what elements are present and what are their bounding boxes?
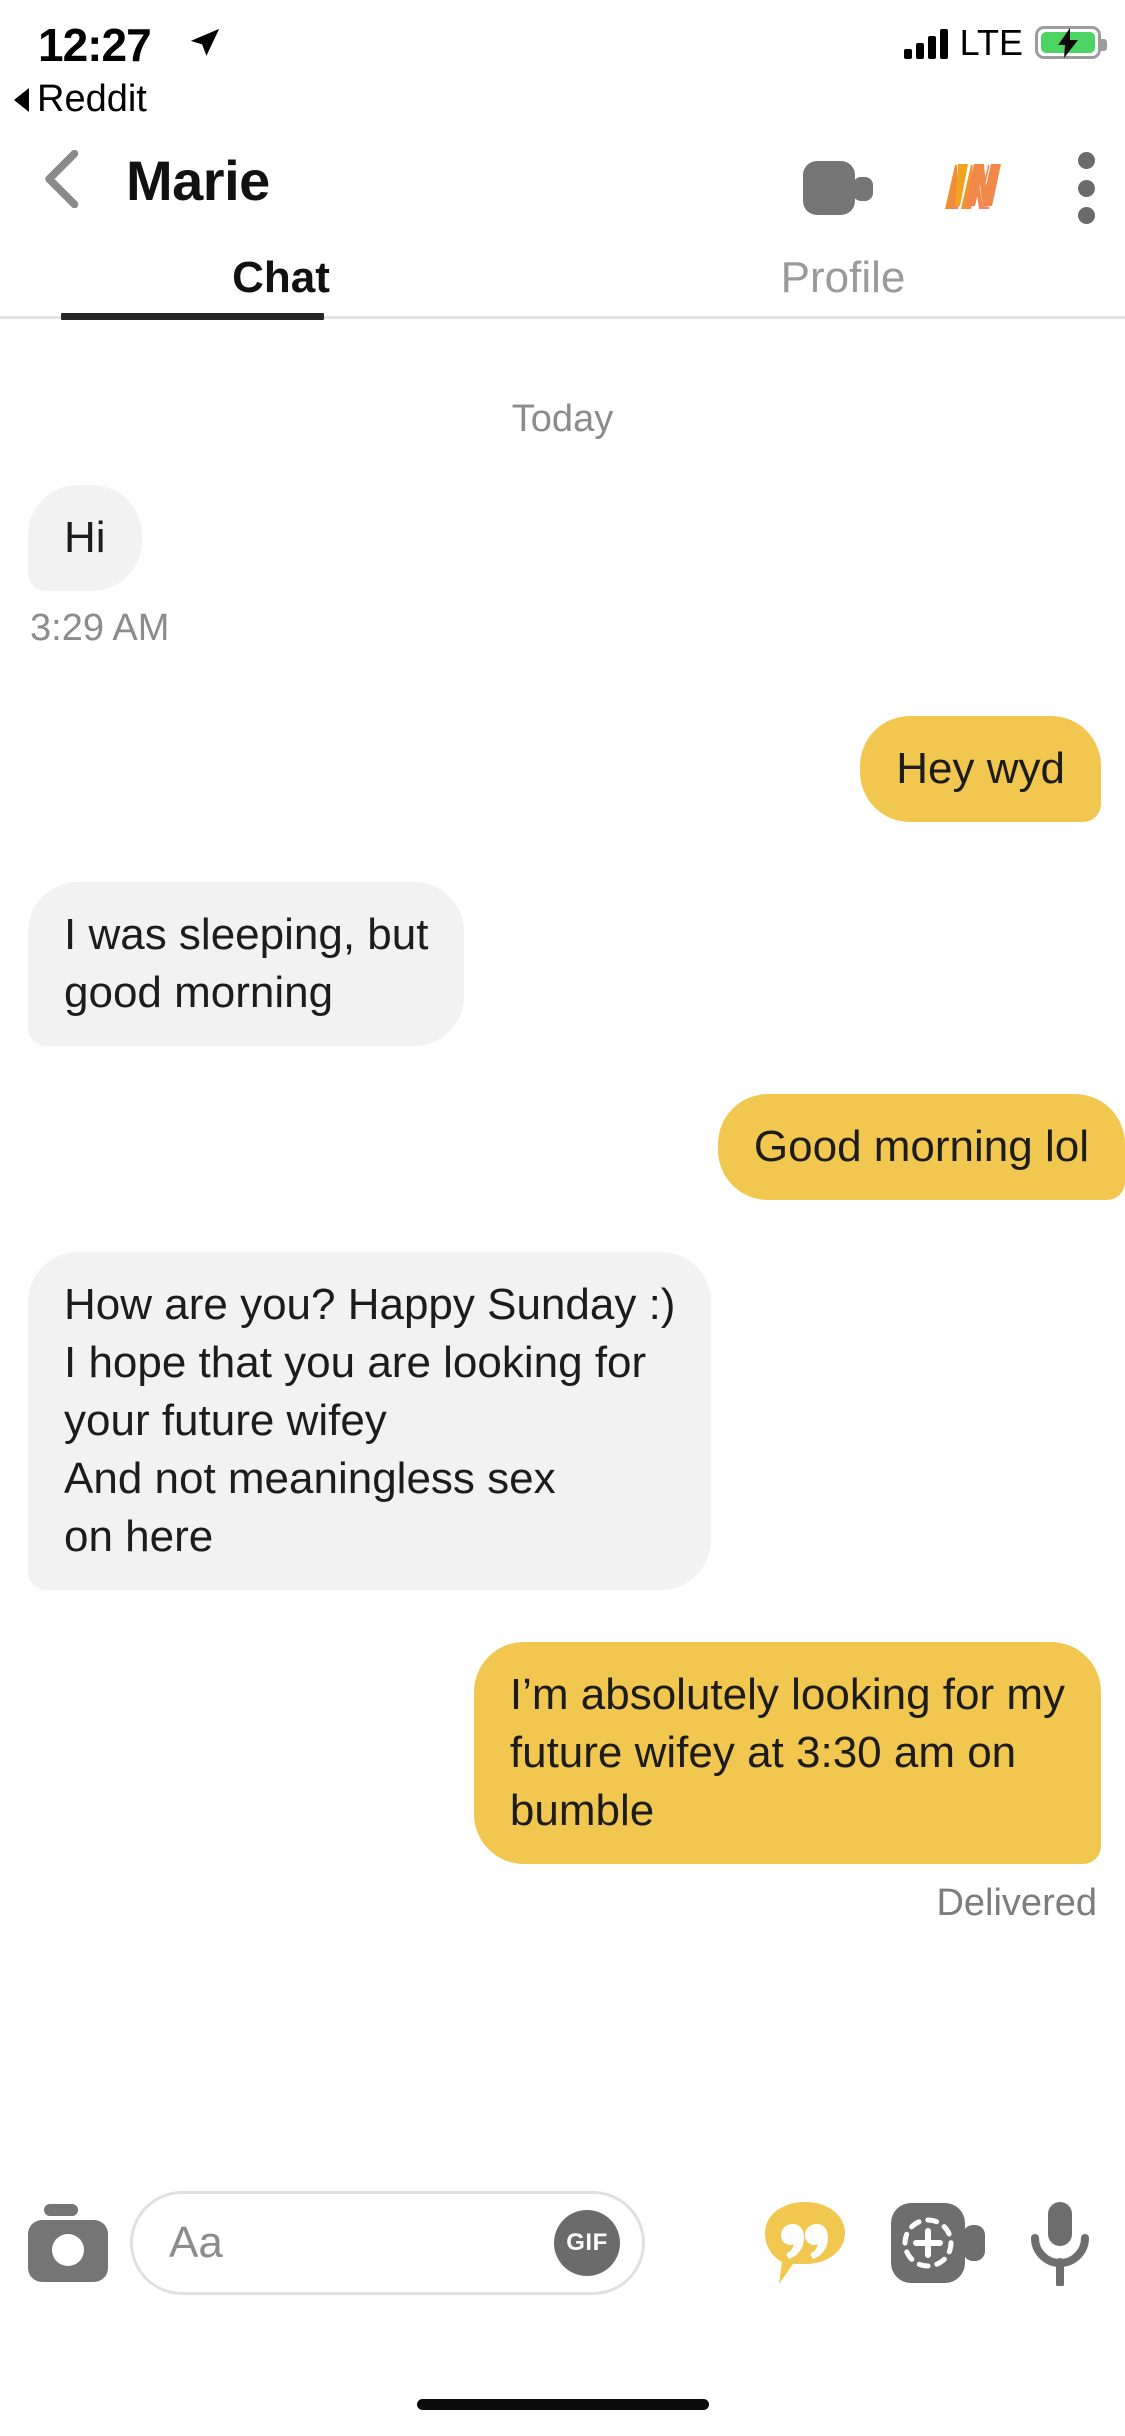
- status-bar: 12:27 Reddit LTE: [0, 0, 1125, 128]
- message-composer: GIF: [0, 2168, 1125, 2318]
- camera-icon[interactable]: [28, 2204, 108, 2282]
- bumble-in-logo-icon[interactable]: [939, 159, 1011, 217]
- back-app-label: Reddit: [37, 78, 147, 120]
- nav-header: Marie: [0, 128, 1125, 232]
- tab-chat[interactable]: Chat: [0, 240, 562, 316]
- nav-header-actions: [803, 152, 1095, 224]
- day-separator: Today: [511, 398, 614, 440]
- location-arrow-icon: [190, 28, 220, 56]
- message-row: Hi: [0, 485, 1125, 591]
- composer-actions: [763, 2200, 1097, 2286]
- network-label: LTE: [959, 21, 1023, 63]
- gif-button[interactable]: GIF: [554, 2210, 620, 2276]
- message-row: How are you? Happy Sunday :) I hope that…: [0, 1252, 1125, 1590]
- home-indicator-bar: [416, 2399, 709, 2410]
- tab-active-underline: [61, 313, 324, 320]
- kebab-menu-icon[interactable]: [1077, 152, 1095, 224]
- status-bar-right-group: LTE: [903, 21, 1107, 63]
- message-row: I’m absolutely looking for my future wif…: [0, 1642, 1125, 1864]
- message-row: Hey wyd: [0, 716, 1125, 822]
- message-list[interactable]: Today Hi 3:29 AM Hey wyd I was sleeping,…: [0, 322, 1125, 2162]
- message-timestamp: 3:29 AM: [30, 607, 170, 649]
- page-title: Marie: [126, 149, 270, 212]
- status-bar-back-to-app[interactable]: Reddit: [14, 78, 147, 121]
- message-bubble-incoming[interactable]: I was sleeping, but good morning: [28, 882, 465, 1046]
- message-bubble-incoming[interactable]: How are you? Happy Sunday :) I hope that…: [28, 1252, 712, 1590]
- message-row: I was sleeping, but good morning: [0, 882, 1125, 1046]
- message-input-wrapper[interactable]: GIF: [130, 2191, 645, 2295]
- message-bubble-outgoing[interactable]: Good morning lol: [717, 1094, 1125, 1200]
- video-camera-icon[interactable]: [803, 161, 873, 215]
- battery-charging-icon: [1035, 26, 1107, 59]
- back-triangle-icon: [14, 87, 29, 112]
- tab-bar: Chat Profile: [0, 240, 1125, 320]
- tab-profile[interactable]: Profile: [562, 240, 1124, 316]
- quote-bubble-icon[interactable]: [763, 2200, 847, 2286]
- microphone-icon[interactable]: [1029, 2200, 1091, 2286]
- message-bubble-outgoing[interactable]: Hey wyd: [860, 716, 1101, 822]
- message-input[interactable]: [133, 2193, 503, 2293]
- message-delivery-status: Delivered: [936, 1882, 1097, 1924]
- back-chevron-icon[interactable]: [38, 150, 82, 208]
- message-bubble-incoming[interactable]: Hi: [28, 485, 142, 591]
- status-bar-time: 12:27: [38, 19, 152, 71]
- message-row: Good morning lol: [0, 1094, 1125, 1200]
- effects-camera-icon[interactable]: [891, 2203, 985, 2283]
- message-bubble-outgoing[interactable]: I’m absolutely looking for my future wif…: [473, 1642, 1101, 1864]
- signal-bars-icon: [903, 27, 948, 59]
